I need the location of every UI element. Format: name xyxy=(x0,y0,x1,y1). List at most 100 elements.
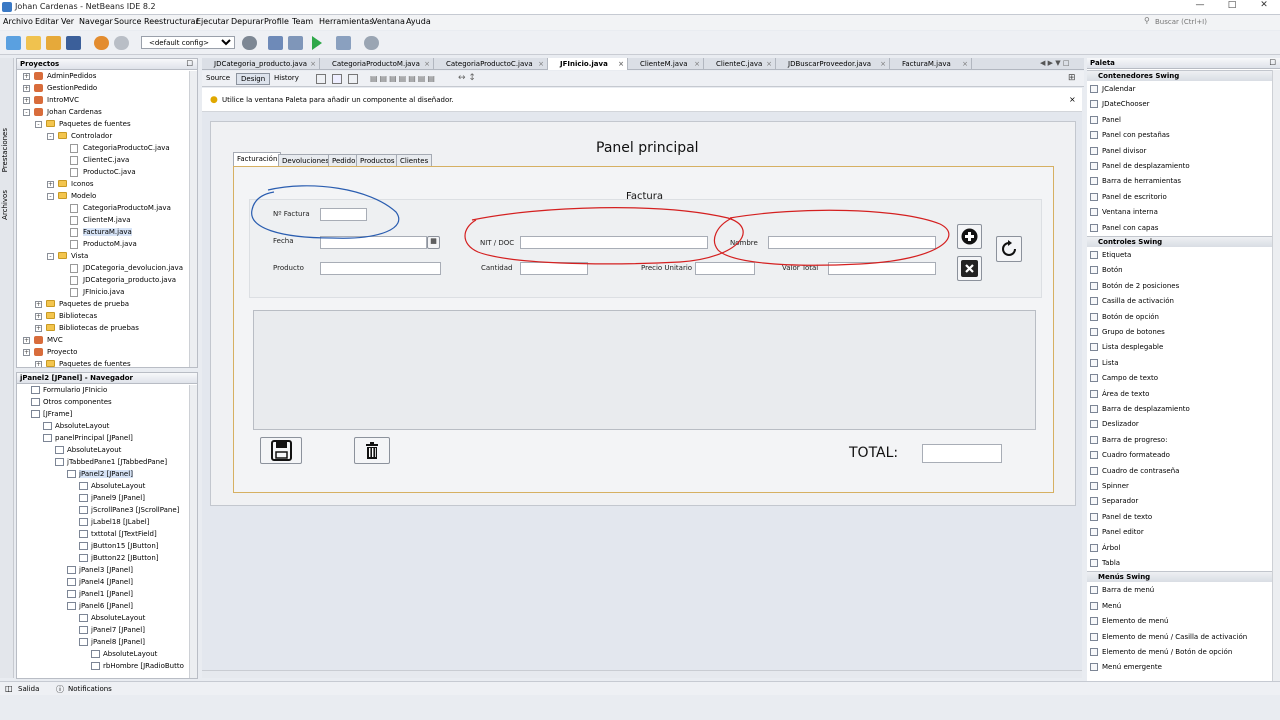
expand-toggle-icon[interactable]: + xyxy=(23,97,30,104)
clean-build-icon[interactable] xyxy=(288,36,303,50)
close-tab-icon[interactable]: × xyxy=(694,60,700,68)
palette-item[interactable]: Lista xyxy=(1087,356,1273,371)
expand-toggle-icon[interactable]: - xyxy=(47,193,54,200)
detalle-scroll-pane[interactable] xyxy=(253,310,1036,430)
menu-source[interactable]: Source xyxy=(114,17,141,26)
close-window-icon[interactable]: ✕ xyxy=(1248,0,1280,15)
palette-item[interactable]: Spinner xyxy=(1087,479,1273,494)
tab-clientem[interactable]: ClienteM.java × xyxy=(628,58,704,70)
history-mode-button[interactable]: History xyxy=(270,73,303,85)
palette-item[interactable]: Elemento de menú xyxy=(1087,614,1273,629)
profile-icon[interactable] xyxy=(364,36,379,50)
palette-item[interactable]: Etiqueta xyxy=(1087,248,1273,263)
palette-item[interactable]: Elemento de menú / Botón de opción xyxy=(1087,645,1273,660)
output-tab[interactable]: Salida xyxy=(18,685,39,693)
menu-depurar[interactable]: Depurar xyxy=(231,17,264,26)
close-tab-icon[interactable]: × xyxy=(538,60,544,68)
expand-toggle-icon[interactable]: + xyxy=(35,301,42,308)
source-mode-button[interactable]: Source xyxy=(202,73,234,85)
palette-item[interactable]: Separador xyxy=(1087,494,1273,509)
palette-item[interactable]: Elemento de menú / Casilla de activación xyxy=(1087,630,1273,645)
expand-toggle-icon[interactable]: + xyxy=(23,85,30,92)
resize-icons[interactable]: ↔ ↕ xyxy=(458,73,476,83)
minimize-icon[interactable]: — xyxy=(1184,0,1216,15)
navigator-scrollbar[interactable] xyxy=(189,385,197,678)
tab-categoriaproductoc[interactable]: CategoriaProductoC.java × xyxy=(434,58,548,70)
expand-toggle-icon[interactable]: - xyxy=(47,253,54,260)
debug-icon[interactable] xyxy=(336,36,351,50)
menu-ejecutar[interactable]: Ejecutar xyxy=(196,17,229,26)
tab-jdcategoria-producto[interactable]: JDCategoria_producto.java × xyxy=(202,58,320,70)
palette-item[interactable]: Panel editor xyxy=(1087,525,1273,540)
palette-item[interactable]: Grupo de botones xyxy=(1087,325,1273,340)
close-hint-icon[interactable]: × xyxy=(1069,95,1076,104)
maximize-editor-icon[interactable]: ⊞ xyxy=(1068,73,1076,83)
side-tab-prestaciones[interactable]: Prestaciones xyxy=(1,128,9,172)
minimize-palette-icon[interactable]: □ xyxy=(1269,58,1276,66)
save-button[interactable] xyxy=(260,437,302,464)
palette-item[interactable]: Panel de escritorio xyxy=(1087,190,1273,205)
palette-item[interactable]: Área de texto xyxy=(1087,387,1273,402)
tab-productos[interactable]: Productos xyxy=(356,154,399,166)
close-tab-icon[interactable]: × xyxy=(766,60,772,68)
menu-team[interactable]: Team xyxy=(292,17,313,26)
palette-item[interactable]: Tabla xyxy=(1087,556,1273,571)
palette-item[interactable]: JCalendar xyxy=(1087,82,1273,97)
palette-item[interactable]: Barra de progreso: xyxy=(1087,433,1273,448)
navigator-title[interactable]: jPanel2 [JPanel] - Navegador xyxy=(20,374,133,382)
undo-icon[interactable] xyxy=(94,36,109,50)
new-file-icon[interactable] xyxy=(6,36,21,50)
tab-pedido[interactable]: Pedido xyxy=(328,154,360,166)
palette-item[interactable]: Botón de 2 posiciones xyxy=(1087,279,1273,294)
notifications-tab[interactable]: Notifications xyxy=(68,685,112,693)
palette-item[interactable]: Cuadro formateado xyxy=(1087,448,1273,463)
palette-item[interactable]: Panel de desplazamiento xyxy=(1087,159,1273,174)
palette-category[interactable]: Controles Swing xyxy=(1087,236,1273,247)
palette-item[interactable]: Barra de menú xyxy=(1087,583,1273,598)
expand-toggle-icon[interactable]: + xyxy=(35,325,42,332)
expand-toggle-icon[interactable]: + xyxy=(23,349,30,356)
menu-herramientas[interactable]: Herramientas xyxy=(319,17,374,26)
menu-ventana[interactable]: Ventana xyxy=(372,17,405,26)
palette-item[interactable]: Panel de texto xyxy=(1087,510,1273,525)
expand-toggle-icon[interactable]: - xyxy=(47,133,54,140)
tab-categoriaproductom[interactable]: CategoriaProductoM.java × xyxy=(320,58,434,70)
palette-item[interactable]: Panel con pestañas xyxy=(1087,128,1273,143)
tab-clientec[interactable]: ClienteC.java × xyxy=(704,58,776,70)
tab-clientes[interactable]: Clientes xyxy=(396,154,433,166)
new-project-icon[interactable] xyxy=(26,36,41,50)
palette-item[interactable]: Cuadro de contraseña xyxy=(1087,464,1273,479)
palette-title[interactable]: Paleta xyxy=(1090,59,1115,67)
canvas-hscrollbar[interactable] xyxy=(202,670,1082,678)
build-icon[interactable] xyxy=(268,36,283,50)
run-icon[interactable] xyxy=(312,36,322,50)
build-config-icon[interactable] xyxy=(242,36,257,50)
palette-item[interactable]: Campo de texto xyxy=(1087,371,1273,386)
close-tab-icon[interactable]: × xyxy=(310,60,316,68)
minimize-panel-icon[interactable]: □ xyxy=(186,59,193,67)
expand-toggle-icon[interactable]: + xyxy=(47,181,54,188)
search-input[interactable] xyxy=(1155,16,1277,28)
palette-item[interactable]: Botón xyxy=(1087,263,1273,278)
tab-devoluciones[interactable]: Devoluciones xyxy=(278,154,333,166)
palette-item[interactable]: Lista desplegable xyxy=(1087,340,1273,355)
menu-ver[interactable]: Ver xyxy=(61,17,74,26)
tab-jdbuscarproveedor[interactable]: JDBuscarProveedor.java × xyxy=(776,58,890,70)
palette-item[interactable]: Barra de desplazamiento xyxy=(1087,402,1273,417)
redo-icon[interactable] xyxy=(114,36,129,50)
save-all-icon[interactable] xyxy=(66,36,81,50)
close-tab-icon[interactable]: × xyxy=(618,60,624,68)
total-field[interactable] xyxy=(922,444,1002,463)
tab-facturacion[interactable]: Facturación xyxy=(233,152,282,166)
palette-item[interactable]: Árbol xyxy=(1087,541,1273,556)
expand-toggle-icon[interactable]: - xyxy=(23,109,30,116)
palette-category[interactable]: Contenedores Swing xyxy=(1087,70,1273,81)
close-tab-icon[interactable]: × xyxy=(880,60,886,68)
menu-navegar[interactable]: Navegar xyxy=(79,17,113,26)
palette-item[interactable]: Panel con capas xyxy=(1087,221,1273,236)
expand-toggle-icon[interactable]: - xyxy=(35,121,42,128)
close-tab-icon[interactable]: × xyxy=(962,60,968,68)
menu-reestructurar[interactable]: Reestructurar xyxy=(144,17,199,26)
palette-scrollbar[interactable] xyxy=(1272,70,1280,684)
palette-item[interactable]: Barra de herramientas xyxy=(1087,174,1273,189)
